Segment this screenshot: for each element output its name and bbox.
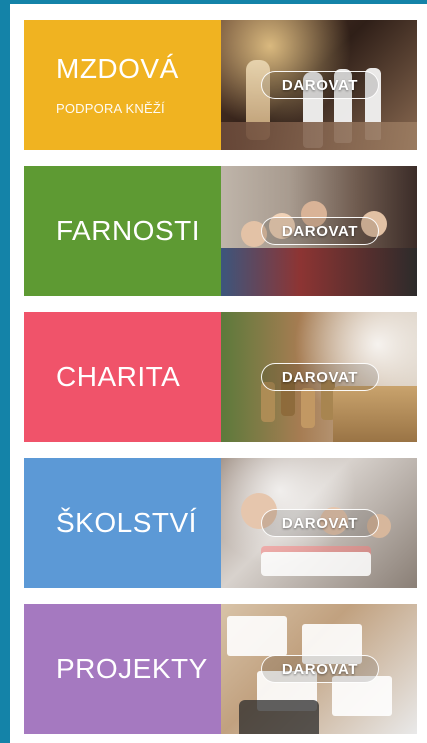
donate-button-farnosti[interactable]: DAROVAT [261,217,379,245]
card-photo-panel: DAROVAT [221,312,417,442]
donate-button-projekty[interactable]: DAROVAT [261,655,379,683]
card-title: MZDOVÁ [56,52,179,84]
card-color-panel: MZDOVÁ PODPORA KNĚŽÍ [24,20,221,150]
card-title: PROJEKTY [56,653,208,684]
card-color-panel: CHARITA [24,312,221,442]
card-photo-panel: DAROVAT [221,20,417,150]
card-title: ŠKOLSTVÍ [56,507,197,538]
donation-panel: MZDOVÁ PODPORA KNĚŽÍ DAROVAT FARNOSTI DA… [10,4,427,743]
donation-card-farnosti: FARNOSTI DAROVAT [24,166,417,296]
donation-card-mzdova: MZDOVÁ PODPORA KNĚŽÍ DAROVAT [24,20,417,150]
donation-card-projekty: PROJEKTY DAROVAT [24,604,417,734]
donate-button-charita[interactable]: DAROVAT [261,363,379,391]
card-color-panel: FARNOSTI [24,166,221,296]
card-color-panel: PROJEKTY [24,604,221,734]
donation-card-charita: CHARITA DAROVAT [24,312,417,442]
donate-button-mzdova[interactable]: DAROVAT [261,71,379,99]
card-color-panel: ŠKOLSTVÍ [24,458,221,588]
card-title: FARNOSTI [56,215,201,246]
card-photo-panel: DAROVAT [221,604,417,734]
card-subtitle: PODPORA KNĚŽÍ [56,100,165,116]
donate-button-skolstvi[interactable]: DAROVAT [261,509,379,537]
donation-card-skolstvi: ŠKOLSTVÍ DAROVAT [24,458,417,588]
card-photo-panel: DAROVAT [221,166,417,296]
card-photo-panel: DAROVAT [221,458,417,588]
card-title: CHARITA [56,361,181,392]
